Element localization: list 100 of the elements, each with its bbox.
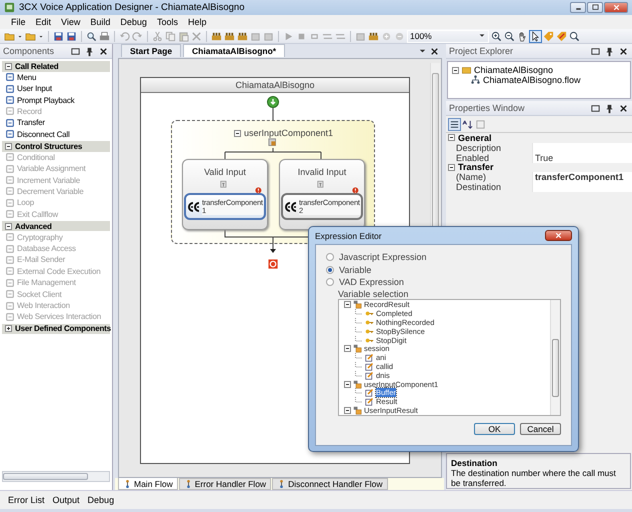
component-icon: [5, 312, 15, 322]
component-item[interactable]: Transfer: [17, 118, 45, 128]
expander-icon[interactable]: [5, 62, 12, 70]
close-icon[interactable]: [429, 46, 440, 57]
property-value-field[interactable]: [532, 142, 632, 153]
zoom-out-icon[interactable]: [504, 30, 515, 42]
flow-file-icon: [470, 75, 481, 85]
save-icon[interactable]: [53, 30, 64, 42]
expander-icon[interactable]: [5, 142, 12, 150]
component-icon[interactable]: [237, 30, 248, 42]
component-icon[interactable]: [368, 30, 379, 42]
expander-icon[interactable]: [448, 134, 455, 142]
menubar-entry[interactable]: Edit: [30, 17, 56, 27]
expander-icon[interactable]: [344, 380, 351, 388]
maximize-button[interactable]: [587, 2, 603, 13]
property-name: Destination: [455, 182, 502, 192]
close-icon[interactable]: [98, 46, 109, 56]
float-window-icon[interactable]: [590, 102, 601, 114]
panel-title: Properties Window: [449, 103, 526, 113]
bottom-tab[interactable]: Error List: [8, 495, 45, 505]
pin-icon[interactable]: [84, 46, 95, 56]
radio-option[interactable]: VAD Expression: [326, 276, 561, 288]
float-window-icon[interactable]: [70, 46, 81, 56]
key-icon: [365, 326, 374, 336]
expander-icon[interactable]: [448, 164, 455, 171]
project-icon: [461, 65, 472, 75]
pin-icon[interactable]: [604, 102, 615, 114]
component-icon: [5, 266, 15, 276]
menubar-entry[interactable]: Tools: [152, 17, 183, 27]
property-category[interactable]: Transfer: [446, 162, 632, 172]
menubar-entry[interactable]: Build: [85, 17, 116, 27]
component-icon[interactable]: [224, 30, 235, 42]
find-icon[interactable]: [86, 30, 97, 42]
help-title: Destination: [451, 458, 498, 468]
pointer-icon[interactable]: [530, 30, 541, 42]
menubar-entry[interactable]: File: [6, 17, 31, 27]
property-value-field[interactable]: [532, 182, 632, 192]
component-icon: [5, 232, 15, 242]
float-window-icon[interactable]: [590, 46, 601, 56]
project-item[interactable]: ChiamateAlBisogno: [474, 65, 554, 75]
group-icon: [353, 344, 362, 354]
expander-icon[interactable]: [452, 66, 459, 74]
component-icon: [5, 72, 15, 82]
zoom-dropdown[interactable]: 100%: [407, 30, 489, 42]
flow-tab[interactable]: Disconnect Handler Flow: [272, 478, 388, 490]
expander-icon[interactable]: [344, 406, 351, 414]
zoom-in-icon[interactable]: [491, 30, 502, 42]
close-button[interactable]: [604, 2, 628, 13]
radio-option[interactable]: Javascript Expression: [326, 251, 561, 264]
property-name: Enabled: [455, 152, 490, 163]
property-category[interactable]: General: [446, 133, 632, 143]
radio-option[interactable]: Variable: [326, 264, 561, 276]
document-tab[interactable]: ChiamataAlBisogno*: [183, 44, 286, 57]
expander-icon[interactable]: [344, 345, 351, 352]
search-icon[interactable]: [569, 30, 580, 42]
component-icon: [5, 95, 15, 106]
component-item[interactable]: Prompt Playback: [17, 96, 74, 105]
error-badge-icon: [255, 187, 264, 196]
menubar-entry[interactable]: Debug: [115, 17, 152, 27]
category-header[interactable]: Advanced: [2, 220, 110, 232]
property-value[interactable]: transferComponent1: [532, 172, 632, 182]
component-icon[interactable]: [211, 30, 222, 42]
connector-line: [272, 108, 274, 120]
property-value[interactable]: True: [532, 152, 632, 163]
print-icon[interactable]: [99, 30, 110, 42]
category-header[interactable]: Control Structures: [2, 140, 110, 152]
component-icon: [5, 278, 15, 288]
vertical-scrollbar[interactable]: [550, 300, 560, 414]
categorized-icon[interactable]: [449, 118, 460, 130]
component-item[interactable]: User Input: [17, 84, 52, 94]
component-item[interactable]: Disconnect Call: [17, 130, 70, 139]
dialog-button[interactable]: OK: [474, 422, 515, 434]
hand-icon[interactable]: [517, 30, 528, 42]
bottom-tab[interactable]: Debug: [88, 495, 114, 505]
group-label: Variable selection: [338, 288, 410, 298]
menubar-entry[interactable]: Help: [182, 17, 212, 27]
project-item[interactable]: ChiamateAlBisogno.flow: [483, 75, 581, 85]
expander-icon[interactable]: [5, 325, 12, 332]
flow-tab[interactable]: Main Flow: [118, 478, 178, 490]
category-header[interactable]: Call Related: [2, 61, 110, 72]
close-icon[interactable]: [618, 46, 629, 56]
sort-alpha-icon[interactable]: [462, 118, 473, 130]
menubar-entry[interactable]: View: [56, 17, 86, 27]
group-icon: [353, 300, 362, 310]
dialog-button[interactable]: Cancel: [520, 422, 561, 434]
save-all-icon[interactable]: [66, 30, 77, 42]
flow-tab[interactable]: Error Handler Flow: [178, 478, 272, 490]
close-icon[interactable]: [618, 102, 629, 114]
close-button[interactable]: [545, 230, 572, 241]
component-icon: [5, 254, 15, 265]
category-header[interactable]: User Defined Components: [2, 324, 110, 334]
bottom-tab[interactable]: Output: [52, 495, 80, 505]
component-item[interactable]: Menu: [17, 72, 36, 82]
expander-icon[interactable]: [344, 301, 351, 308]
horizontal-scrollbar[interactable]: [2, 471, 110, 482]
document-tab[interactable]: Start Page: [121, 44, 182, 57]
tag-icon[interactable]: [556, 30, 567, 42]
expander-icon[interactable]: [5, 222, 12, 230]
pin-icon[interactable]: [604, 46, 615, 56]
minimize-button[interactable]: [570, 2, 586, 13]
